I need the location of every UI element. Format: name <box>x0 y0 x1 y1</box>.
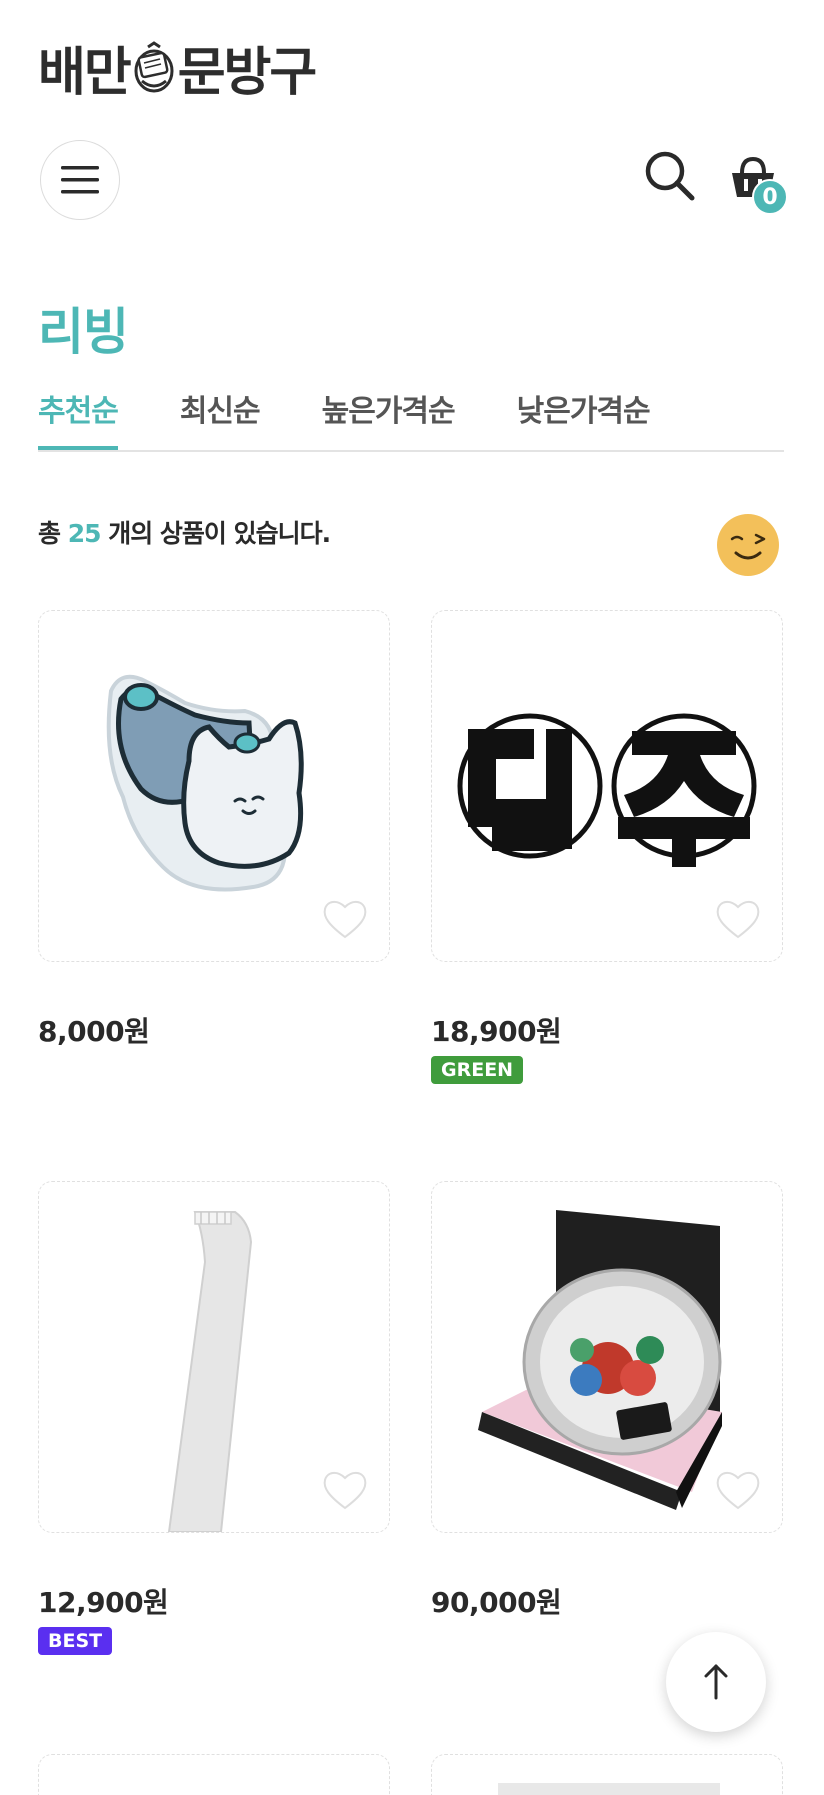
product-price: 90,000원 <box>431 1586 562 1619</box>
product-card[interactable]: 8,000원 <box>38 610 390 1050</box>
search-button[interactable] <box>644 150 696 202</box>
product-price: 12,900원 <box>38 1586 169 1619</box>
heart-icon[interactable] <box>321 897 369 941</box>
product-badge-green: GREEN <box>431 1056 524 1084</box>
product-image[interactable] <box>431 1181 783 1533</box>
arrow-up-icon <box>704 1664 728 1700</box>
product-count-text: 총 25 개의 상품이 있습니다. <box>38 514 331 550</box>
logo-text-left: 배만 <box>38 43 132 103</box>
count-prefix: 총 <box>38 519 68 548</box>
tab-recommended[interactable]: 추천순 <box>38 386 119 450</box>
scroll-top-button[interactable] <box>666 1632 766 1732</box>
product-price: 18,900원 <box>431 1015 562 1048</box>
product-image[interactable] <box>38 610 390 962</box>
cart-count-badge: 0 <box>752 179 788 215</box>
hamburger-icon <box>61 166 99 194</box>
wink-face-icon <box>717 514 779 576</box>
heart-icon[interactable] <box>321 1468 369 1512</box>
product-price: 8,000원 <box>38 1015 150 1048</box>
menu-button[interactable] <box>40 140 120 220</box>
tab-newest[interactable]: 최신순 <box>180 386 261 448</box>
product-card-partial[interactable] <box>431 1754 783 1795</box>
logo-mascot-icon <box>134 40 174 92</box>
emoji-button[interactable] <box>716 513 780 577</box>
product-card-partial[interactable] <box>38 1754 390 1795</box>
heart-icon[interactable] <box>714 1468 762 1512</box>
logo-text-right: 문방구 <box>177 43 318 103</box>
count-number: 25 <box>67 519 102 548</box>
sort-tabs: 추천순 최신순 높은가격순 낮은가격순 <box>38 386 784 452</box>
product-image[interactable] <box>38 1181 390 1533</box>
product-badge-best: BEST <box>38 1627 113 1655</box>
product-image-partial <box>498 1783 720 1795</box>
tab-price-low[interactable]: 낮은가격순 <box>517 386 651 448</box>
count-suffix: 개의 상품이 있습니다. <box>100 519 331 548</box>
product-card[interactable]: 90,000원 <box>431 1181 783 1621</box>
cart-button[interactable]: 0 <box>730 155 788 215</box>
tab-price-high[interactable]: 높은가격순 <box>322 386 456 448</box>
heart-icon[interactable] <box>714 897 762 941</box>
page-title: 리빙 <box>38 303 129 361</box>
product-image[interactable] <box>431 610 783 962</box>
brand-logo[interactable]: 배만 문방구 <box>38 30 318 105</box>
search-icon <box>645 151 695 201</box>
product-card[interactable]: 12,900원 BEST <box>38 1181 390 1655</box>
product-card[interactable]: 18,900원 GREEN <box>431 610 783 1084</box>
